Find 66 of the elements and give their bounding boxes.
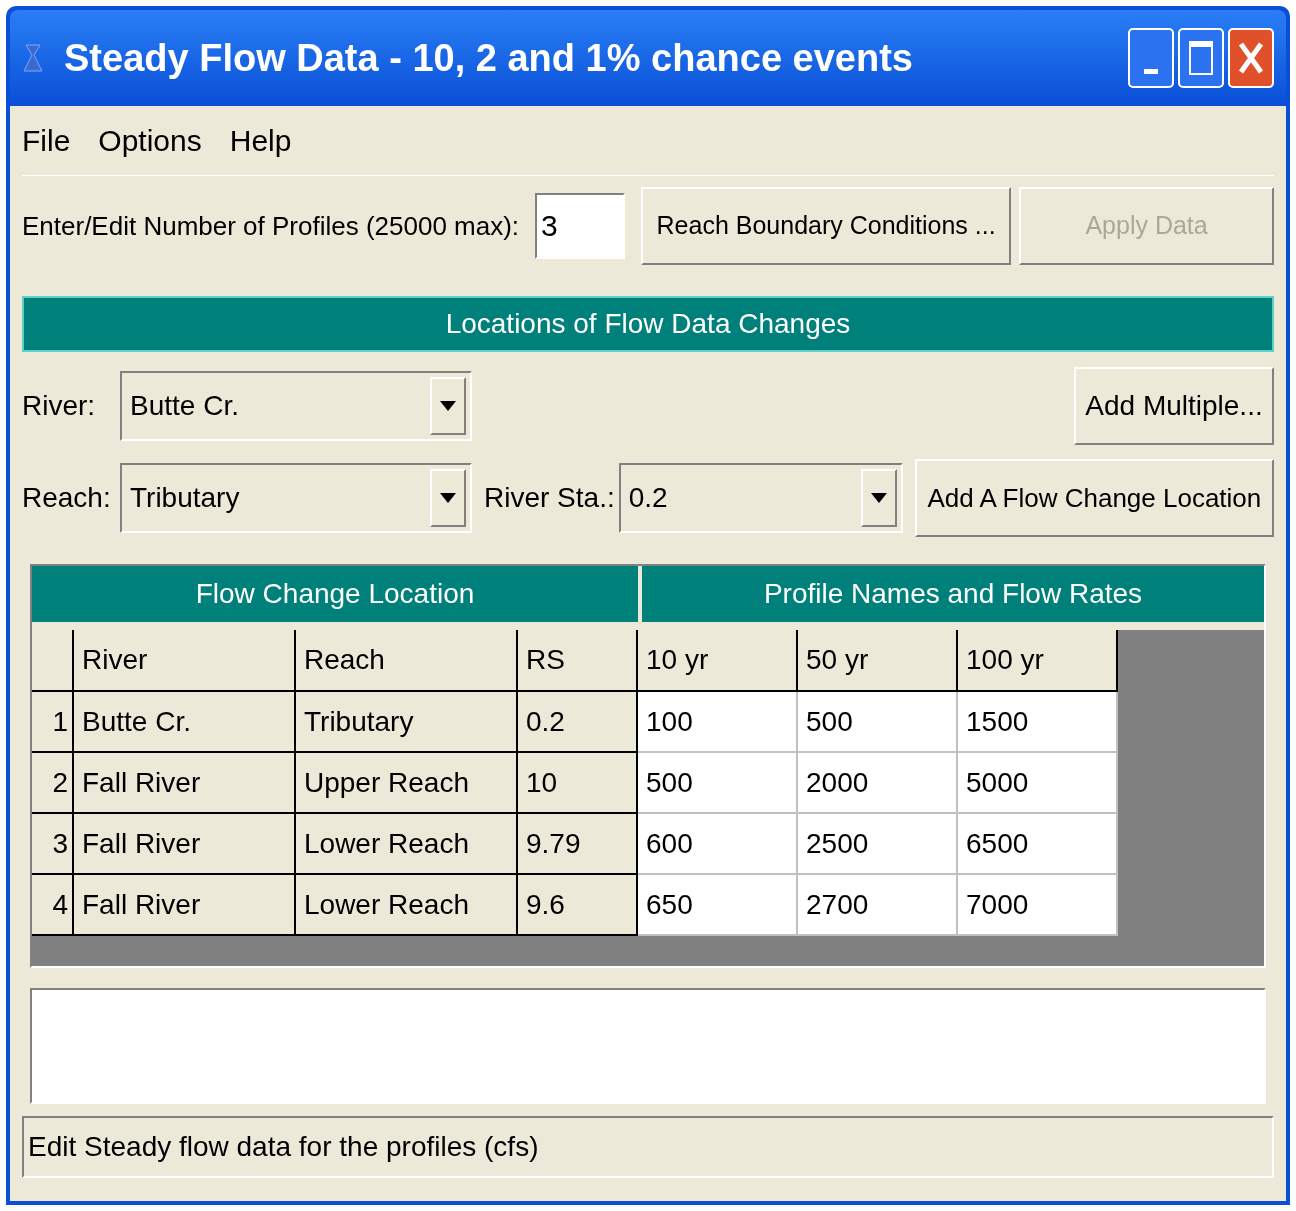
- minimize-button[interactable]: [1128, 28, 1174, 88]
- profiles-input[interactable]: 3: [535, 193, 626, 259]
- menu-item[interactable]: Help: [229, 118, 292, 163]
- table-cell: Lower Reach: [296, 875, 518, 936]
- reach-label: Reach:: [22, 481, 112, 515]
- table-cell: Tributary: [296, 692, 518, 753]
- column-header: River: [74, 630, 296, 692]
- table-cell[interactable]: 650: [638, 875, 798, 936]
- table-cell: 9.6: [518, 875, 638, 936]
- table-cell: Fall River: [74, 814, 296, 875]
- table-cell[interactable]: 500: [798, 692, 958, 753]
- add-location-button[interactable]: Add A Flow Change Location: [914, 459, 1274, 537]
- close-button[interactable]: [1228, 28, 1274, 88]
- status-bar: Edit Steady flow data for the profiles (cfs): [22, 1116, 1274, 1178]
- table-cell: Butte Cr.: [74, 692, 296, 753]
- column-header: 100 yr: [958, 630, 1118, 692]
- table-cell[interactable]: 2700: [798, 875, 958, 936]
- dropdown-field[interactable]: Butte Cr.: [120, 371, 472, 441]
- column-header: 10 yr: [638, 630, 798, 692]
- column-header: RS: [518, 630, 638, 692]
- table-cell[interactable]: 2500: [798, 814, 958, 875]
- dropdown-button[interactable]: [430, 469, 466, 527]
- column-header: Reach: [296, 630, 518, 692]
- profiles-label: Enter/Edit Number of Profiles (25000 max):: [22, 209, 520, 243]
- row-number: 3: [32, 814, 74, 875]
- action-button[interactable]: Reach Boundary Conditions ...: [641, 187, 1012, 265]
- table-cell: Fall River: [74, 875, 296, 936]
- section-header: Locations of Flow Data Changes: [22, 296, 1274, 352]
- window-title: Steady Flow Data - 10, 2 and 1% chance events: [64, 35, 914, 81]
- maximize-icon: [1189, 41, 1213, 75]
- group-header: Profile Names and Flow Rates: [642, 566, 1264, 622]
- caret-icon: [870, 493, 887, 503]
- table-cell[interactable]: 7000: [958, 875, 1118, 936]
- minimize-icon: [1144, 69, 1158, 74]
- caret-icon: [440, 493, 456, 503]
- app-icon: [22, 43, 44, 73]
- river-label: River:: [22, 389, 97, 423]
- table-cell: 10: [518, 753, 638, 814]
- dropdown-button[interactable]: [860, 469, 897, 527]
- dropdown-field[interactable]: 0.2: [618, 463, 903, 533]
- group-header: Flow Change Location: [32, 566, 638, 622]
- table-cell: 0.2: [518, 692, 638, 753]
- table-cell[interactable]: 6500: [958, 814, 1118, 875]
- table-cell[interactable]: 5000: [958, 753, 1118, 814]
- table-cell: Upper Reach: [296, 753, 518, 814]
- table-cell[interactable]: 600: [638, 814, 798, 875]
- maximize-button[interactable]: [1178, 28, 1224, 88]
- dropdown-button[interactable]: [430, 377, 466, 435]
- menu-item[interactable]: Options: [98, 118, 202, 163]
- table-cell: 9.79: [518, 814, 638, 875]
- table-cell[interactable]: 1500: [958, 692, 1118, 753]
- row-number: 4: [32, 875, 74, 936]
- dropdown-field[interactable]: Tributary: [120, 463, 472, 533]
- row-number: 2: [32, 753, 74, 814]
- table-cell[interactable]: 500: [638, 753, 798, 814]
- close-icon: [1238, 41, 1264, 75]
- table-cell[interactable]: 2000: [798, 753, 958, 814]
- menu-item[interactable]: File: [22, 118, 71, 163]
- column-header: 50 yr: [798, 630, 958, 692]
- table-cell[interactable]: 100: [638, 692, 798, 753]
- table-cell: Fall River: [74, 753, 296, 814]
- table-cell: Lower Reach: [296, 814, 518, 875]
- caret-icon: [440, 401, 456, 411]
- add-multiple-button[interactable]: Add Multiple...: [1074, 367, 1274, 445]
- row-number: 1: [32, 692, 74, 753]
- river-station-label: River Sta.:: [484, 481, 615, 515]
